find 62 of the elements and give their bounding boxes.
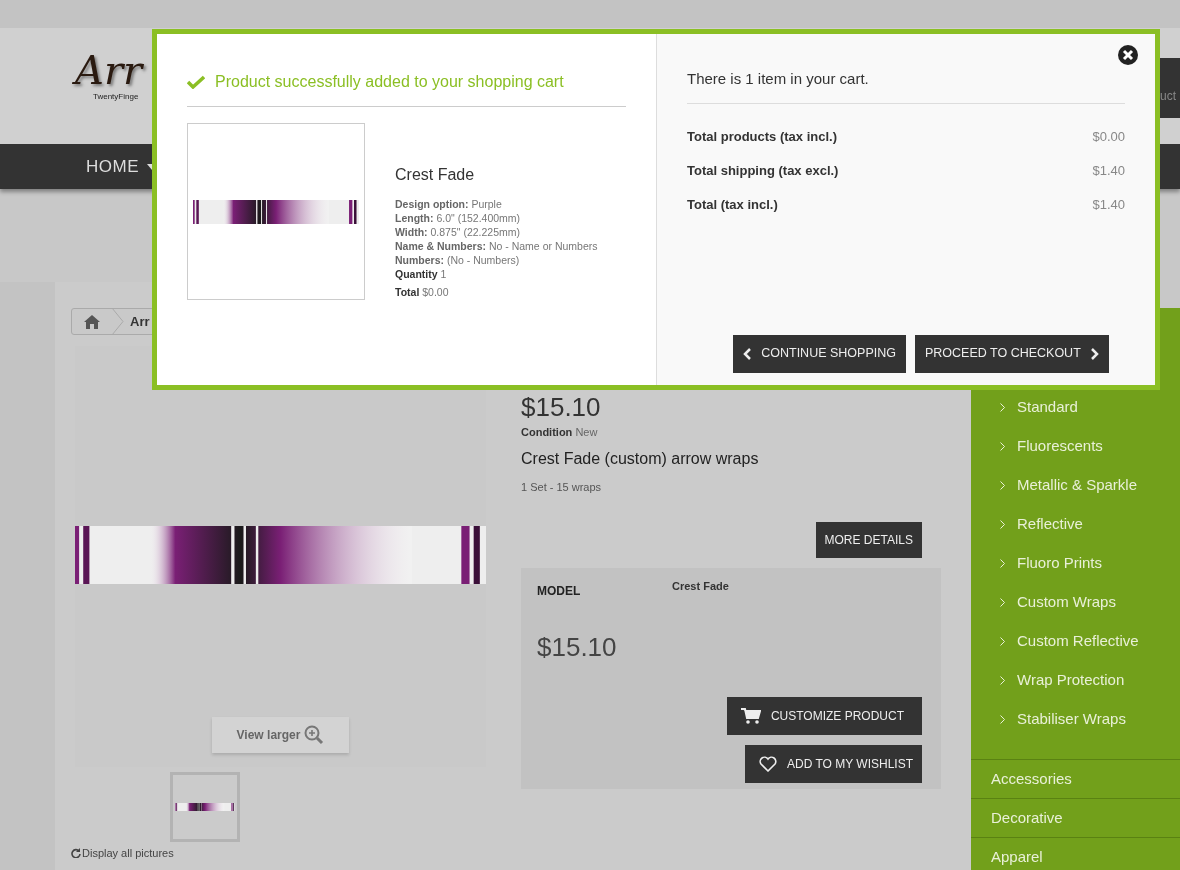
chevron-icon <box>1000 715 1005 724</box>
zoom-icon <box>304 724 325 745</box>
attribute-text: Length: 6.0" (152.400mm) <box>395 211 522 225</box>
subcategory-link[interactable]: Wrap Protection <box>971 661 1180 700</box>
subcategory-link[interactable]: Fluorescents <box>971 427 1180 466</box>
chevron-left-icon <box>743 347 752 360</box>
logo-tagline: TwentyFinge <box>93 91 140 103</box>
attribute-text: Name & Numbers: No - Name or Numbers <box>395 239 598 253</box>
attribute-text: Width: 0.875" (22.225mm) <box>395 225 521 239</box>
view-larger-button[interactable]: View larger <box>212 716 349 753</box>
thumbnail[interactable] <box>170 771 240 842</box>
price: $15.10 <box>537 631 618 664</box>
refresh-icon <box>71 848 81 858</box>
product-description: 1 Set - 15 wraps <box>521 479 603 495</box>
category-link[interactable]: Decorative <box>971 798 1180 837</box>
total-value: $1.40 <box>1092 161 1125 180</box>
subcategory-link[interactable]: Custom Reflective <box>971 622 1180 661</box>
price: $15.10 <box>521 394 602 420</box>
heart-icon <box>758 756 777 772</box>
subcategory-link[interactable]: Reflective <box>971 505 1180 544</box>
condition-text: Condition New <box>521 425 599 440</box>
total-label: Total shipping (tax excl.) <box>687 161 839 180</box>
more-details-button[interactable]: MORE DETAILS <box>815 522 922 558</box>
cart-icon <box>740 708 761 724</box>
category-link[interactable]: Accessories <box>971 759 1180 798</box>
total-label: Total (tax incl.) <box>687 195 778 214</box>
chevron-right-icon <box>1090 347 1099 360</box>
total-text: Total $0.00 <box>395 285 450 299</box>
chevron-icon <box>1000 481 1005 490</box>
subcategory-link[interactable]: Fluoro Prints <box>971 544 1180 583</box>
success-message: Product successfully added to your shopping cart <box>215 72 564 92</box>
chevron-icon <box>1000 676 1005 685</box>
subcategory-link[interactable]: Stabiliser Wraps <box>971 700 1180 739</box>
continue-shopping-button[interactable]: CONTINUE SHOPPING <box>733 334 906 373</box>
check-icon <box>187 75 205 89</box>
attribute-text: Design option: Purple <box>395 197 503 211</box>
product-name: Crest Fade <box>395 165 476 185</box>
close-icon[interactable] <box>1117 44 1139 66</box>
total-value: $1.40 <box>1092 195 1125 214</box>
chevron-icon <box>1000 559 1005 568</box>
total-label: Total products (tax incl.) <box>687 127 837 146</box>
cart-count-text: There is 1 item in your cart. <box>687 68 1125 104</box>
chevron-icon <box>1000 520 1005 529</box>
wishlist-button[interactable]: ADD TO MY WISHLIST <box>744 745 922 783</box>
product-title: Crest Fade (custom) arrow wraps <box>521 448 760 469</box>
checkout-button[interactable]: PROCEED TO CHECKOUT <box>914 334 1109 373</box>
chevron-icon <box>1000 637 1005 646</box>
model-value: Crest Fade <box>672 579 729 594</box>
display-all-pictures-link[interactable]: Display all pictures <box>71 847 174 859</box>
quantity-text: Quantity 1 <box>395 267 448 281</box>
total-value: $0.00 <box>1092 127 1125 146</box>
attribute-text: Numbers: (No - Numbers) <box>395 253 521 267</box>
chevron-icon <box>1000 598 1005 607</box>
breadcrumb-link[interactable]: Arr <box>124 311 170 332</box>
search-button[interactable]: uct <box>1160 58 1180 118</box>
subcategory-link[interactable]: Custom Wraps <box>971 583 1180 622</box>
category-link[interactable]: Apparel <box>971 837 1180 870</box>
chevron-icon <box>1000 403 1005 412</box>
customize-product-button[interactable]: CUSTOMIZE PRODUCT <box>726 697 922 735</box>
model-label: MODEL <box>537 583 582 600</box>
chevron-icon <box>1000 442 1005 451</box>
subcategory-link[interactable]: Metallic & Sparkle <box>971 466 1180 505</box>
